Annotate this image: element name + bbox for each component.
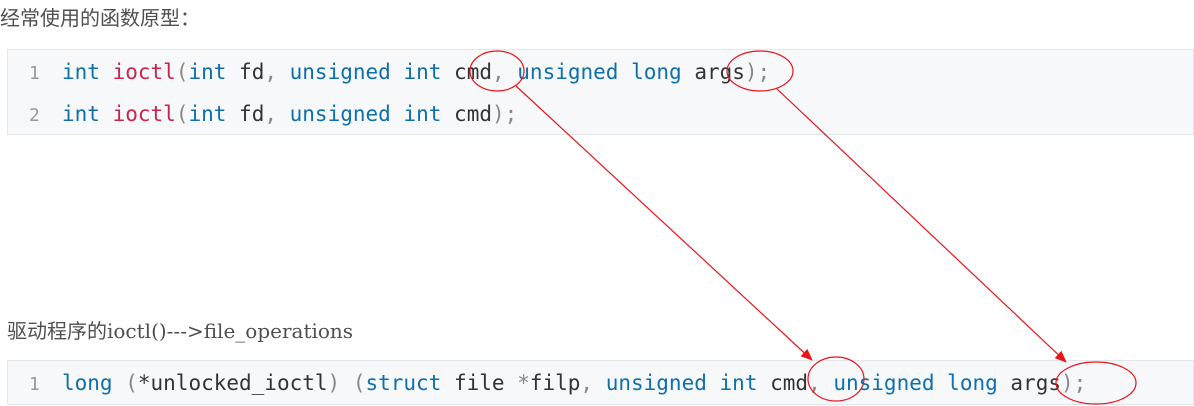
code-token: , [264,102,290,126]
line-number: 2 [29,105,40,126]
code-token: int [719,371,758,395]
code-token: args [694,60,745,84]
code-token: cmd [454,60,492,84]
code-token: ); [1060,371,1087,395]
code-token: int [403,60,442,84]
code-block-prototypes[interactable]: 1 int ioctl(int fd, unsigned int cmd, uns… [7,49,1194,135]
code-token: , [264,60,290,84]
code-token: unsigned [517,60,619,84]
code-token: *unlocked_ioctl [137,371,328,395]
code-block-unlocked-ioctl[interactable]: 1 long (*unlocked_ioctl) (struct file *fi… [7,360,1194,405]
line-number: 1 [29,63,40,84]
code-token: filp [529,371,581,395]
code-token: long [631,60,682,84]
code-token: int [188,60,227,84]
code-token: struct [365,371,442,395]
code-token: ) ( [327,371,366,395]
code-token: ioctl [112,60,176,84]
code-token: ( [112,371,138,395]
code-line: 1 int ioctl(int fd, unsigned int cmd, uns… [8,51,770,93]
code-token: fd [226,102,265,126]
code-line: 2 int ioctl(int fd, unsigned int cmd); [8,93,517,135]
line-number: 1 [29,374,40,395]
code-token: ( [175,60,189,84]
code-token: args [1010,371,1061,395]
code-token: ); [744,60,771,84]
intro-paragraph: 经常使用的函数原型： [0,6,200,30]
driver-paragraph: 驱动程序的ioctl()--->file_operations [7,319,354,343]
code-token: int [403,102,442,126]
code-token: * [517,371,530,395]
code-token: fd [226,60,265,84]
code-token: long [62,371,113,395]
code-token: unsigned [833,371,935,395]
code-token: long [947,371,998,395]
code-token: int [62,60,100,84]
code-token: cmd [770,371,809,395]
code-token: , [580,371,606,395]
code-line: 1 long (*unlocked_ioctl) (struct file *fi… [8,362,1086,404]
code-token: unsigned [289,60,391,84]
code-token: ( [175,102,189,126]
code-token: unsigned [289,102,391,126]
code-token: ); [491,102,518,126]
code-token: cmd [454,102,492,126]
code-token: unsigned [605,371,707,395]
code-token: , [808,371,834,395]
code-token: int [188,102,227,126]
code-token: int [62,102,100,126]
code-token: , [491,60,518,84]
code-token: ioctl [112,102,176,126]
code-token: file [441,371,518,395]
